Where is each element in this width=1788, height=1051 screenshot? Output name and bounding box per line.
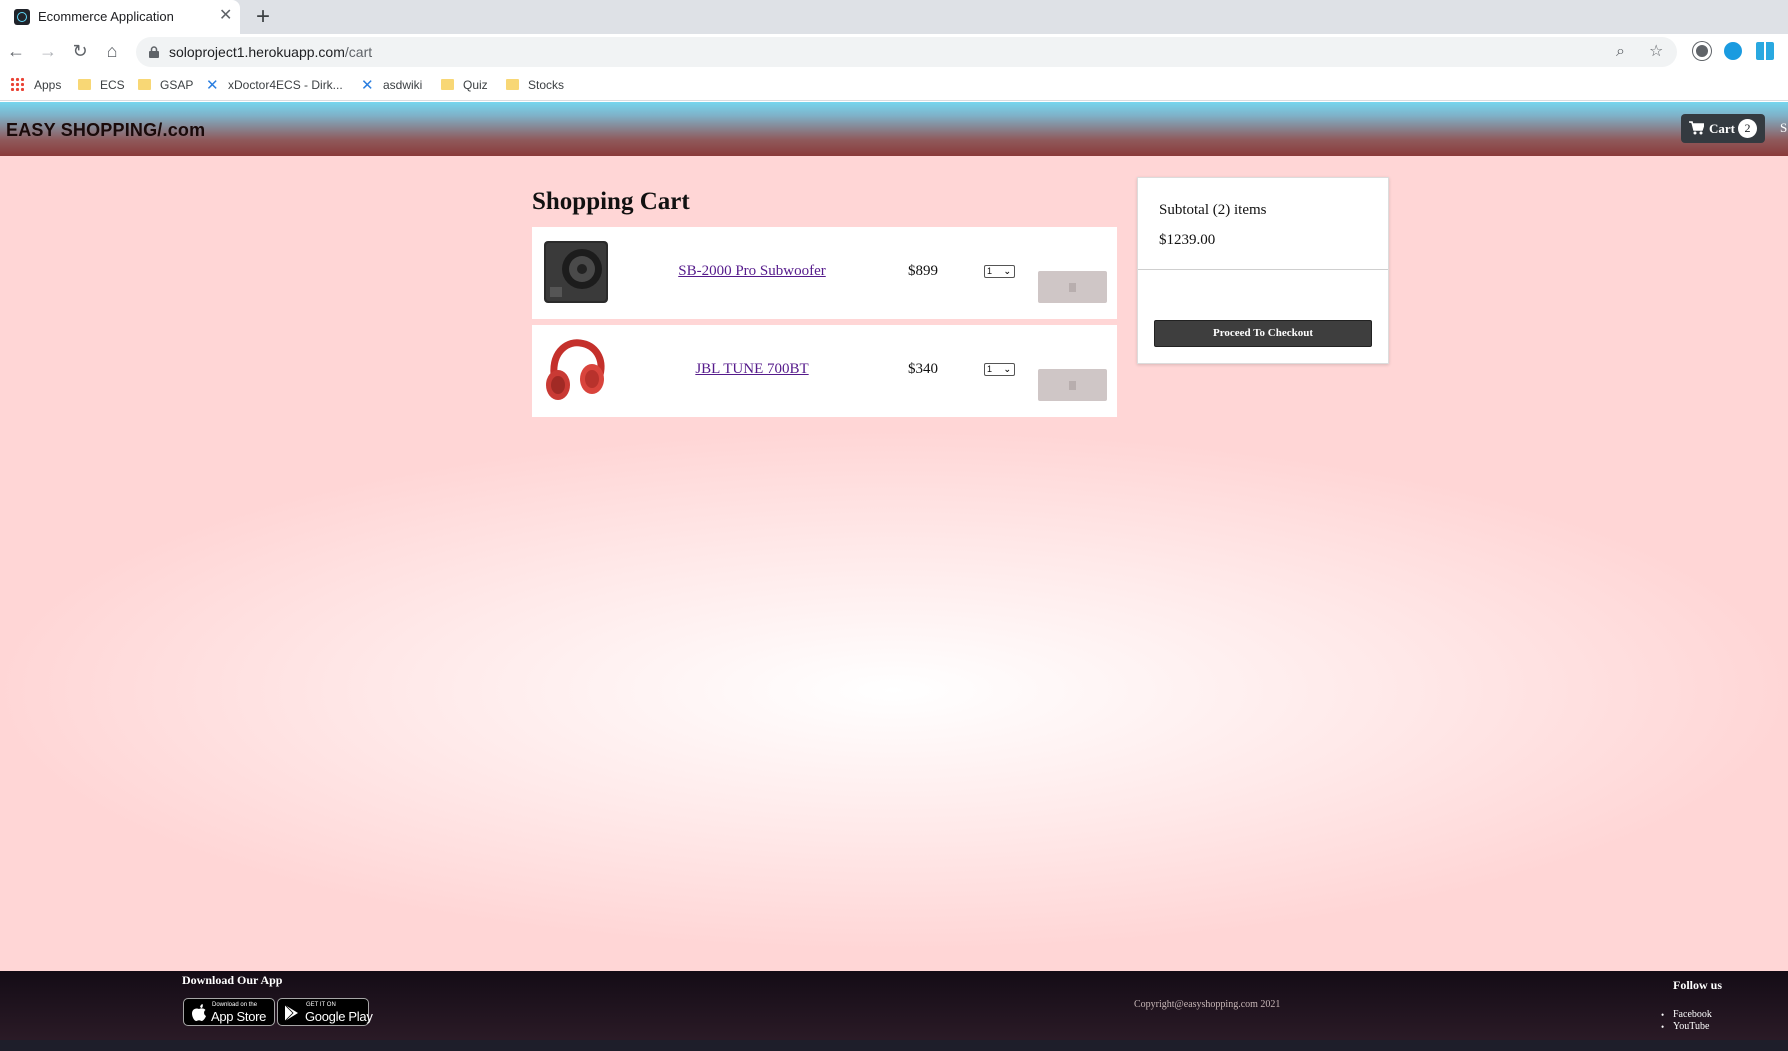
home-icon[interactable]: ⌂ <box>101 40 123 62</box>
divider <box>1138 269 1388 270</box>
cart-item: JBL TUNE 700BT $340 1 ⌄ <box>532 325 1117 417</box>
confluence-icon: ✕ <box>206 77 219 94</box>
trash-icon <box>1069 283 1076 292</box>
folder-icon <box>138 79 151 90</box>
os-taskbar <box>0 1040 1788 1051</box>
extension-icon[interactable] <box>1693 42 1711 60</box>
bookmark-quiz[interactable]: Quiz <box>441 76 488 94</box>
bookmark-gsap[interactable]: GSAP <box>138 76 193 94</box>
confluence-icon: ✕ <box>361 77 374 94</box>
brand-logo[interactable]: EASY SHOPPING/.com <box>6 120 205 141</box>
bookmark-ecs[interactable]: ECS <box>78 76 125 94</box>
zoom-icon[interactable]: ⌕ <box>1616 42 1625 62</box>
cart-count-badge: 2 <box>1738 119 1757 138</box>
windows-icon[interactable] <box>1756 42 1774 60</box>
signin-link[interactable]: S <box>1780 120 1787 136</box>
forward-arrow-icon[interactable]: → <box>37 40 59 62</box>
react-favicon-icon <box>14 9 30 25</box>
bookmark-xdoctor[interactable]: ✕ xDoctor4ECS - Dirk... <box>206 76 343 94</box>
quantity-select[interactable]: 1 ⌄ <box>984 363 1015 376</box>
app-store-badge[interactable]: Download on the App Store <box>183 998 275 1026</box>
headphones-image <box>546 339 605 400</box>
app-store-small-text: Download on the <box>212 1002 258 1008</box>
browser-tabstrip: Ecommerce Application ✕ + <box>0 0 1788 34</box>
close-icon[interactable]: ✕ <box>219 7 232 25</box>
bookmarks-bar: Apps ECS GSAP ✕ xDoctor4ECS - Dirk... ✕ as… <box>0 69 1788 101</box>
remove-item-button[interactable] <box>1038 369 1107 401</box>
chevron-down-icon: ⌄ <box>1003 364 1011 374</box>
back-arrow-icon[interactable]: ← <box>5 40 27 62</box>
browser-toolbar: ← → ↻ ⌂ soloproject1.herokuapp.com/cart … <box>0 34 1788 69</box>
chevron-down-icon: ⌄ <box>1003 266 1011 276</box>
copyright-text: Copyright@easyshopping.com 2021 <box>1134 999 1281 1010</box>
folder-icon <box>506 79 519 90</box>
address-bar[interactable]: soloproject1.herokuapp.com/cart ⌕ ☆ <box>136 37 1677 67</box>
app-store-text: App Store <box>211 1009 267 1024</box>
apps-grid-icon <box>10 77 24 91</box>
product-link[interactable]: JBL TUNE 700BT <box>642 361 862 378</box>
google-play-text: Google Play <box>305 1009 373 1024</box>
google-play-icon <box>284 1004 298 1022</box>
page-title: Shopping Cart <box>532 188 690 215</box>
remove-item-button[interactable] <box>1038 271 1107 303</box>
site-footer: Download Our App Download on the App Sto… <box>0 971 1788 1040</box>
bookmark-asdwiki[interactable]: ✕ asdwiki <box>361 76 422 94</box>
social-links: Facebook YouTube <box>1661 1009 1712 1033</box>
cart-item: SB-2000 Pro Subwoofer $899 1 ⌄ <box>532 227 1117 319</box>
cart-button[interactable]: Cart 2 <box>1681 114 1765 143</box>
page-content: EASY SHOPPING/.com Cart 2 S Shopping Car… <box>0 102 1788 1051</box>
product-link[interactable]: SB-2000 Pro Subwoofer <box>642 263 862 280</box>
site-navbar: EASY SHOPPING/.com Cart 2 S <box>0 102 1788 156</box>
proceed-to-checkout-button[interactable]: Proceed To Checkout <box>1154 320 1372 347</box>
facebook-link[interactable]: Facebook <box>1661 1009 1712 1021</box>
folder-icon <box>441 79 454 90</box>
product-price: $899 <box>908 263 938 279</box>
trash-icon <box>1069 381 1076 390</box>
tab-title: Ecommerce Application <box>38 9 174 24</box>
apple-icon <box>192 1004 206 1022</box>
new-tab-plus-icon[interactable]: + <box>256 4 270 30</box>
reload-icon[interactable]: ↻ <box>69 40 91 62</box>
download-app-title: Download Our App <box>182 973 283 987</box>
url-text: soloproject1.herokuapp.com/cart <box>169 44 373 60</box>
password-manager-icon[interactable] <box>1724 42 1742 60</box>
google-play-small-text: GET IT ON <box>306 1002 336 1008</box>
folder-icon <box>78 79 91 90</box>
lock-icon <box>149 46 159 58</box>
bookmark-apps[interactable]: Apps <box>10 76 61 94</box>
star-bookmark-icon[interactable]: ☆ <box>1649 42 1663 62</box>
follow-us-title: Follow us <box>1673 978 1723 992</box>
google-play-badge[interactable]: GET IT ON Google Play <box>277 998 373 1026</box>
youtube-link[interactable]: YouTube <box>1661 1021 1712 1033</box>
browser-tab[interactable]: Ecommerce Application ✕ <box>0 0 240 34</box>
order-summary-card: Subtotal (2) items $1239.00 Proceed To C… <box>1137 177 1389 364</box>
cart-label: Cart <box>1709 121 1735 136</box>
subtotal-amount: $1239.00 <box>1159 232 1216 248</box>
shopping-cart-icon <box>1689 121 1704 135</box>
product-price: $340 <box>908 361 938 377</box>
subwoofer-image <box>544 241 608 303</box>
bookmark-stocks[interactable]: Stocks <box>506 76 564 94</box>
subtotal-label: Subtotal (2) items <box>1159 202 1267 218</box>
quantity-select[interactable]: 1 ⌄ <box>984 265 1015 278</box>
